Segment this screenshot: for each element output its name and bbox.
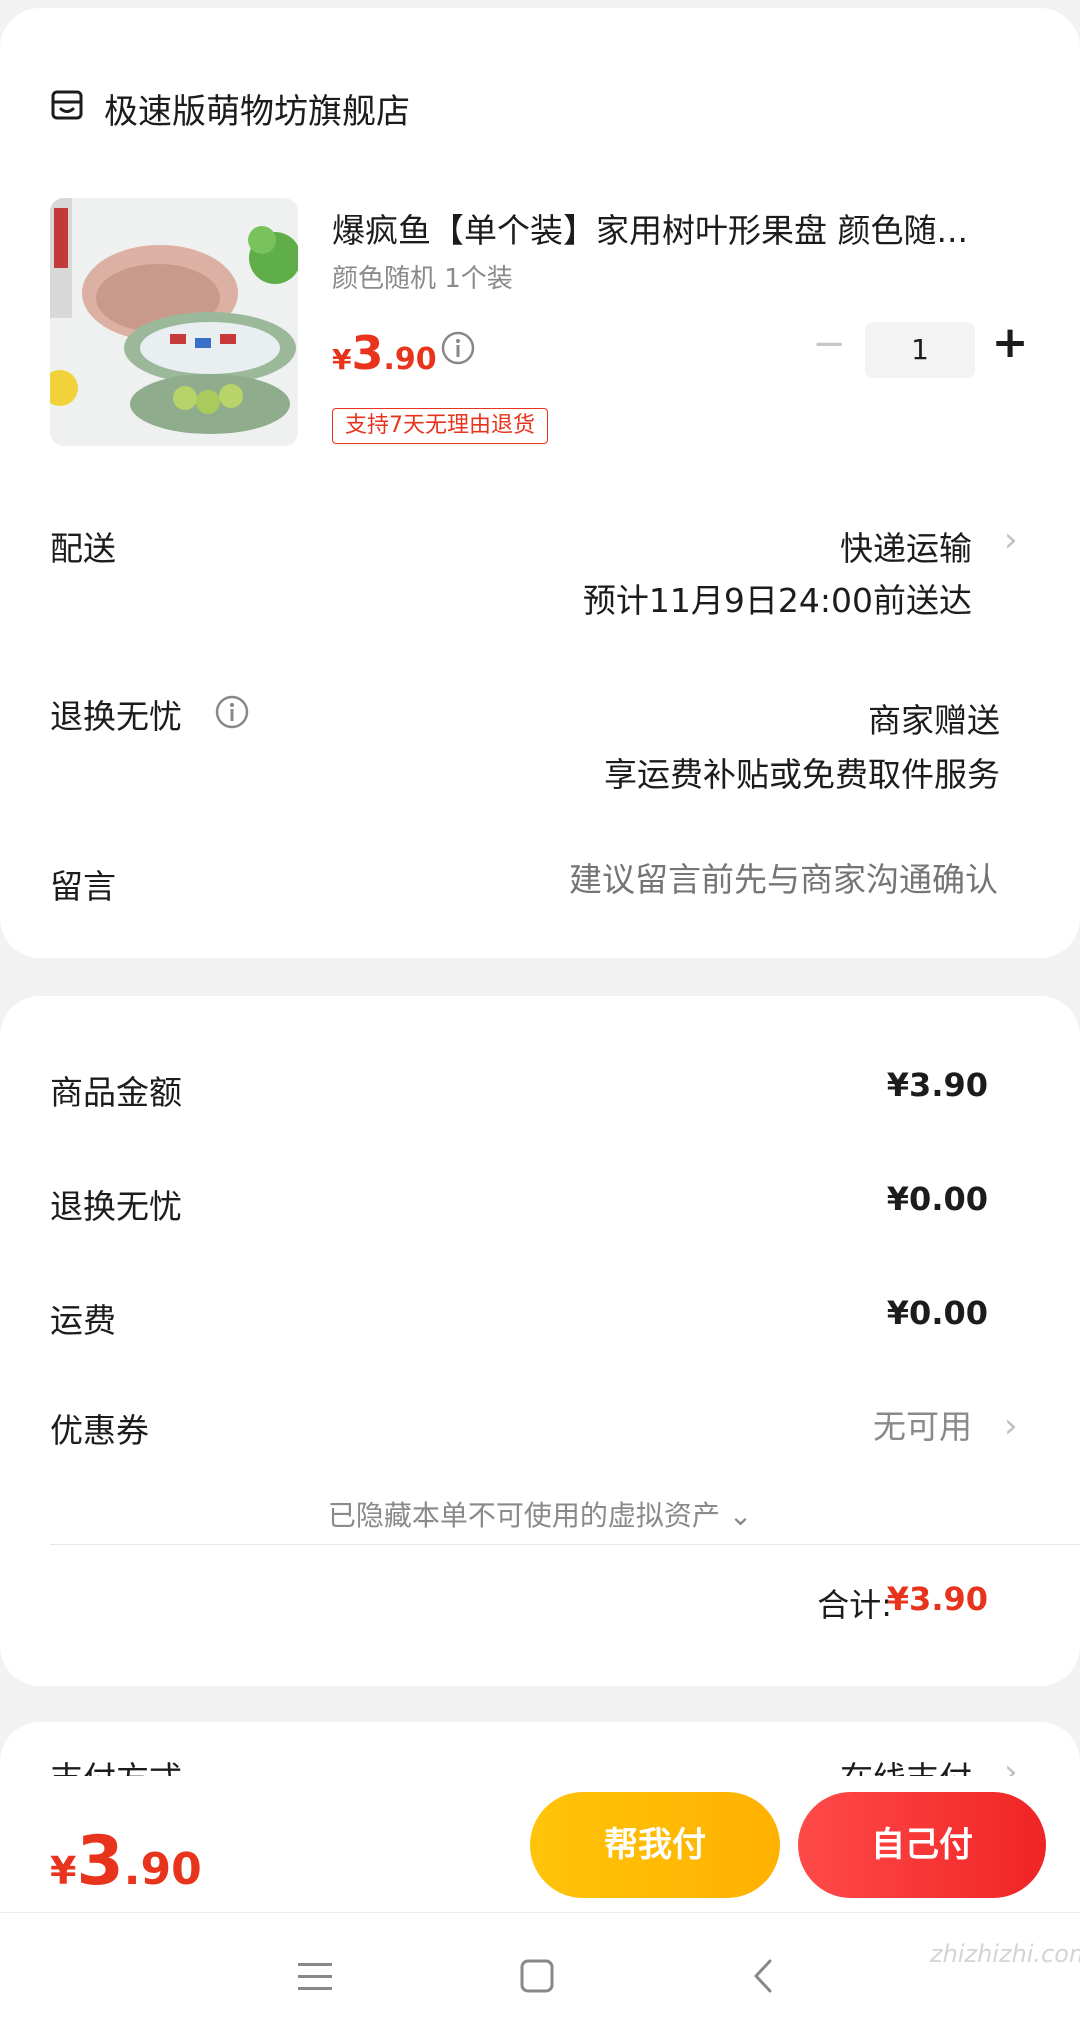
coupon-value[interactable]: 无可用 bbox=[873, 1400, 972, 1448]
order-card: 极速版萌物坊旗舰店 爆疯鱼【单个装】家用树叶形果盘 颜色随... 颜色随机 1个… bbox=[0, 8, 1080, 958]
return-policy-badge: 支持7天无理由退货 bbox=[332, 408, 548, 444]
system-nav-bar bbox=[0, 1912, 1080, 2042]
total-value: ¥3.90 bbox=[886, 1580, 988, 1618]
price-integer: 3 bbox=[76, 1822, 124, 1901]
goods-amount-label: 商品金额 bbox=[50, 1073, 182, 1112]
home-icon[interactable] bbox=[512, 1951, 562, 2001]
price-decimal: .90 bbox=[383, 342, 437, 377]
total-label: 合计: bbox=[817, 1586, 892, 1624]
message-input[interactable] bbox=[438, 860, 998, 899]
store-icon bbox=[51, 90, 83, 120]
product-spec[interactable]: 颜色随机 1个装 bbox=[332, 258, 513, 295]
info-icon[interactable] bbox=[214, 694, 250, 730]
shipping-label: 运费 bbox=[50, 1301, 116, 1340]
after-sale-fee-label: 退换无忧 bbox=[50, 1187, 182, 1226]
divider bbox=[50, 1544, 1080, 1545]
watermark: zhizhizhi.com bbox=[930, 1940, 1080, 1968]
checkout-bar: ¥3.90 帮我付 自己付 bbox=[0, 1776, 1080, 1912]
product-title[interactable]: 爆疯鱼【单个装】家用树叶形果盘 颜色随... bbox=[332, 204, 1032, 252]
back-icon[interactable] bbox=[740, 1951, 790, 2001]
goods-amount-value: ¥3.90 bbox=[886, 1066, 988, 1104]
product-price: ¥3.90 bbox=[332, 326, 437, 380]
quantity-value[interactable]: 1 bbox=[865, 322, 975, 378]
self-pay-button[interactable]: 自己付 bbox=[798, 1792, 1046, 1898]
price-currency: ¥ bbox=[50, 1849, 77, 1893]
chevron-right-icon[interactable]: › bbox=[1004, 1406, 1018, 1446]
chevron-right-icon[interactable]: › bbox=[1004, 520, 1018, 560]
hidden-assets-toggle[interactable]: 已隐藏本单不可使用的虚拟资产 ⌄ bbox=[0, 1494, 1080, 1534]
after-sale-desc: 享运费补贴或免费取件服务 bbox=[604, 755, 1000, 794]
shipping-value: ¥0.00 bbox=[886, 1294, 988, 1332]
menu-icon[interactable] bbox=[290, 1951, 340, 2001]
help-pay-button[interactable]: 帮我付 bbox=[530, 1792, 780, 1898]
quantity-plus-button[interactable]: + bbox=[990, 318, 1030, 368]
after-sale-label: 退换无忧 bbox=[50, 697, 182, 736]
price-integer: 3 bbox=[351, 326, 384, 380]
delivery-label: 配送 bbox=[50, 529, 116, 568]
coupon-label: 优惠券 bbox=[50, 1411, 149, 1450]
message-label: 留言 bbox=[50, 867, 116, 906]
after-sale-value: 商家赠送 bbox=[868, 701, 1000, 740]
after-sale-fee-value: ¥0.00 bbox=[886, 1180, 988, 1218]
price-decimal: .90 bbox=[123, 1844, 202, 1895]
delivery-eta: 预计11月9日24:00前送达 bbox=[582, 581, 972, 620]
info-icon[interactable] bbox=[440, 330, 476, 366]
product-image[interactable] bbox=[50, 198, 298, 446]
delivery-method[interactable]: 快递运输 bbox=[840, 522, 972, 570]
checkout-price: ¥3.90 bbox=[50, 1822, 202, 1901]
price-currency: ¥ bbox=[332, 343, 352, 376]
quantity-minus-button[interactable]: − bbox=[810, 324, 848, 368]
store-name[interactable]: 极速版萌物坊旗舰店 bbox=[104, 84, 410, 133]
